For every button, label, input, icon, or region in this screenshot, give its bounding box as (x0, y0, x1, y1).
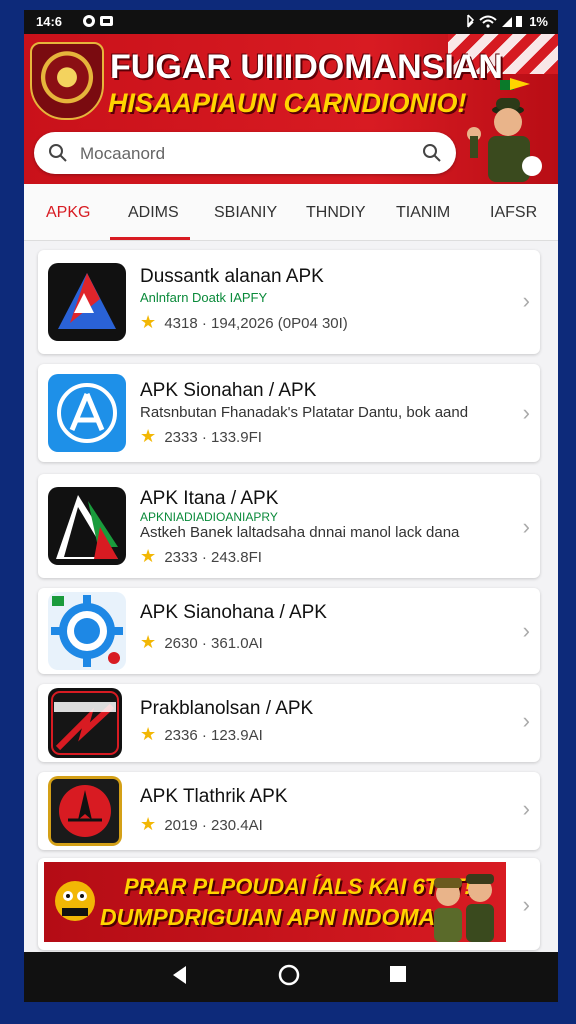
app-rating: 2333 (164, 429, 198, 446)
chevron-right-icon: › (522, 288, 530, 313)
star-icon: ★ (140, 632, 157, 652)
active-tab-indicator (110, 237, 190, 240)
status-right: 1% (464, 14, 548, 29)
status-time: 14:6 (36, 14, 63, 29)
header-subtitle: HISAAPIAUN CARNDIONIO! (108, 88, 467, 118)
battery-text: 1% (529, 14, 548, 29)
star-icon: ★ (140, 724, 157, 744)
app-name: APK Sianohana / APK (140, 602, 327, 623)
soldiers-icon (434, 874, 494, 942)
tab-apkg[interactable]: APKG (46, 204, 90, 222)
app-developer: APKNIADIADIOANIAPRY (140, 510, 278, 524)
emblem-logo (30, 42, 104, 120)
header-title: FUGAR UIIIDOMANSIAN (110, 48, 503, 86)
app-name: Prakblanolsan / APK (140, 698, 314, 719)
soldier-mascot-icon (467, 78, 542, 182)
app-info: 123.9AI (211, 727, 263, 744)
app-rating: 2333 (164, 549, 198, 566)
recents-icon[interactable] (388, 964, 408, 984)
notification-icon (82, 13, 122, 32)
chevron-right-icon: › (522, 514, 530, 539)
chevron-right-icon: › (522, 796, 530, 821)
status-bar: 14:6 1% (24, 10, 558, 34)
app-description: Ratsnbutan Fhanadak's Platatar Dantu, bo… (140, 404, 469, 421)
app-list-item[interactable]: APK Itana / APK APKNIADIADIOANIAPRY Astk… (38, 474, 540, 578)
app-meta: ★ 2336 · 123.9AI (140, 724, 263, 744)
app-name: Dussantk alanan APK (140, 266, 324, 287)
app-info: 361.0AI (211, 635, 263, 652)
promo-line1: PRAR PLPOUDAI ÍALS KAI 6TAT! (124, 874, 472, 899)
chevron-right-icon: › (522, 618, 530, 643)
red-black-badge-icon (48, 688, 122, 758)
app-rating: 4318 (164, 315, 198, 332)
search-bar[interactable] (34, 132, 456, 174)
search-icon (49, 144, 67, 162)
tab-adims[interactable]: ADIMS (128, 204, 179, 222)
app-meta: ★ 2333 · 243.8FI (140, 546, 262, 566)
android-green-icon (48, 487, 126, 565)
app-list-item[interactable]: APK Sianohana / APK ★ 2630 · 361.0AI › (38, 588, 540, 674)
home-icon[interactable] (278, 964, 300, 986)
chevron-right-icon: › (522, 400, 530, 425)
app-name: APK Itana / APK (140, 488, 279, 509)
header-banner: FUGAR UIIIDOMANSIAN HISAAPIAUN CARNDIONI… (24, 34, 558, 184)
app-developer: Anlnfarn Doatk IAPFY (140, 290, 268, 305)
tab-iafsr[interactable]: IAFSR (490, 204, 537, 222)
app-description: Astkeh Banek laltadsaha dnnai manol lack… (140, 524, 460, 541)
system-nav-bar (24, 952, 558, 1002)
app-list-item[interactable]: Dussantk alanan APK Anlnfarn Doatk IAPFY… (38, 250, 540, 354)
app-info: 230.4AI (211, 817, 263, 834)
app-info: 194,2026 (0P04 30I) (211, 315, 348, 332)
app-rating: 2019 (164, 817, 198, 834)
app-meta: ★ 4318 · 194,2026 (0P04 30I) (140, 312, 348, 332)
app-name: APK Tlathrik APK (140, 786, 288, 807)
app-list-item[interactable]: APK Tlathrik APK ★ 2019 · 230.4AI › (38, 772, 540, 850)
chevron-right-icon: › (522, 892, 530, 917)
promo-banner-image: PRAR PLPOUDAI ÍALS KAI 6TAT! DUMPDRIGUIA… (44, 862, 506, 942)
app-rating: 2630 (164, 635, 198, 652)
tab-tianim[interactable]: TIANIM (396, 204, 450, 222)
gear-blue-icon (48, 592, 126, 670)
android-red-blue-icon (48, 263, 126, 341)
promo-line2: DUMPDRIGUIAN APN INDOMA! (100, 904, 443, 930)
search-submit-icon[interactable] (422, 143, 442, 163)
star-icon: ★ (140, 312, 157, 332)
search-input[interactable] (78, 140, 402, 168)
app-list-item[interactable]: APK Sionahan / APK Ratsnbutan Fhanadak's… (38, 364, 540, 462)
app-rating: 2336 (164, 727, 198, 744)
promo-banner[interactable]: PRAR PLPOUDAI ÍALS KAI 6TAT! DUMPDRIGUIA… (38, 858, 540, 950)
red-emblem-icon (48, 776, 122, 846)
star-icon: ★ (140, 814, 157, 834)
app-meta: ★ 2333 · 133.9FI (140, 426, 262, 446)
app-info: 133.9FI (211, 429, 262, 446)
back-icon[interactable] (170, 964, 188, 986)
app-name: APK Sionahan / APK (140, 380, 317, 401)
tab-thndiy[interactable]: THNDIY (306, 204, 366, 222)
app-meta: ★ 2019 · 230.4AI (140, 814, 263, 834)
app-meta: ★ 2630 · 361.0AI (140, 632, 263, 652)
app-store-blue-icon (48, 374, 126, 452)
star-icon: ★ (140, 546, 157, 566)
tab-sbianiy[interactable]: SBIANIY (214, 204, 277, 222)
phone-screen: 14:6 1% FUGAR UIIIDOMANSIAN HISAAPIAUN C… (24, 10, 558, 1002)
chevron-right-icon: › (522, 708, 530, 733)
wifi-icon (466, 14, 522, 28)
mascot-bird-icon (55, 881, 95, 921)
app-list-item[interactable]: Prakblanolsan / APK ★ 2336 · 123.9AI › (38, 684, 540, 762)
app-info: 243.8FI (211, 549, 262, 566)
category-tabs: APKG ADIMS SBIANIY THNDIY TIANIM IAFSR (24, 184, 558, 241)
star-icon: ★ (140, 426, 157, 446)
